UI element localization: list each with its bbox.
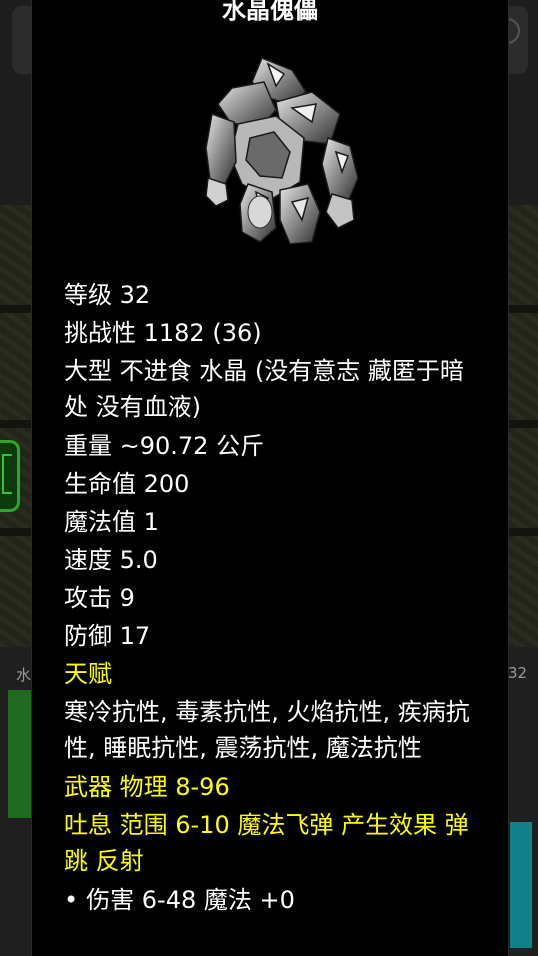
crystal-golem-portrait — [205, 57, 359, 245]
bullet-icon: • — [64, 886, 79, 914]
monster-stats: 等级 32 挑战性 1182 (36) 大型 不进食 水晶 (没有意志 藏匿于暗… — [64, 276, 484, 919]
background-list-value: 32 — [508, 664, 528, 682]
stat-mp: 魔法值 1 — [64, 508, 159, 536]
monster-name: 水晶傀儡 — [222, 0, 318, 24]
monster-info-panel[interactable]: 水晶傀儡 等级 32 挑战性 1182 (36) 大型 不进食 水晶 (没有意志… — [31, 0, 509, 956]
background-list-label: 水 — [16, 666, 32, 684]
talents-header: 天赋 — [64, 660, 112, 688]
stat-attack: 攻击 9 — [64, 584, 135, 612]
bracket-icon — [2, 454, 12, 494]
stat-defense: 防御 17 — [64, 622, 151, 650]
talents-list: 寒冷抗性, 毒素抗性, 火焰抗性, 疾病抗性, 睡眠抗性, 震荡抗性, 魔法抗性 — [64, 698, 470, 762]
weapon-info: 武器 物理 8-96 — [64, 773, 230, 801]
background-teal-bar — [510, 822, 532, 948]
damage-row: • 伤害 6-48 魔法 +0 — [64, 881, 484, 919]
stat-level: 等级 32 — [64, 281, 151, 309]
stat-weight: 重量 ~90.72 公斤 — [64, 432, 265, 460]
damage-info: 伤害 6-48 魔法 +0 — [86, 886, 295, 914]
breath-info: 吐息 范围 6-10 魔法飞弹 产生效果 弹跳 反射 — [64, 811, 469, 875]
stat-challenge: 挑战性 1182 (36) — [64, 319, 262, 347]
background-green-bar — [8, 690, 32, 818]
stat-hp: 生命值 200 — [64, 470, 190, 498]
stat-speed: 速度 5.0 — [64, 546, 158, 574]
stat-traits: 大型 不进食 水晶 (没有意志 藏匿于暗处 没有血液) — [64, 357, 464, 421]
